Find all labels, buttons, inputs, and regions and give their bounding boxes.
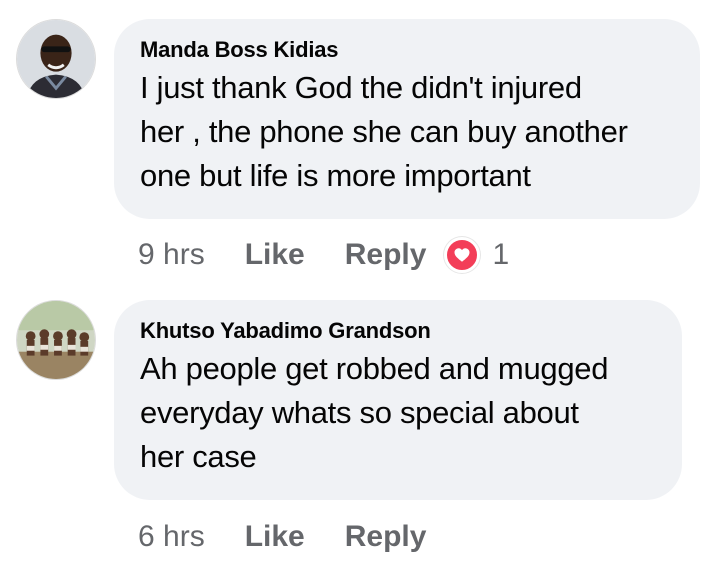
comment-author[interactable]: Manda Boss Kidias bbox=[140, 37, 674, 63]
comment-text-line: everyday whats so special about bbox=[140, 395, 579, 430]
comment-bubble: Khutso Yabadimo Grandson Ah people get r… bbox=[114, 300, 682, 500]
comment-text-line: her case bbox=[140, 439, 257, 474]
avatar[interactable] bbox=[16, 19, 96, 99]
comment-text: Ah people get robbed and mugged everyday… bbox=[140, 347, 656, 479]
avatar[interactable] bbox=[16, 300, 96, 380]
comment-text: I just thank God the didn't injured her … bbox=[140, 66, 674, 198]
comment-text-line: Ah people get robbed and mugged bbox=[140, 351, 609, 386]
reaction-summary[interactable]: 1 bbox=[444, 237, 509, 273]
comment-actions: 9 hrs Like Reply 1 bbox=[138, 235, 509, 275]
comment-actions: 6 hrs Like Reply bbox=[138, 517, 444, 557]
like-button[interactable]: Like bbox=[245, 238, 305, 272]
reaction-count: 1 bbox=[492, 238, 510, 271]
comment-text-line: I just thank God the didn't injured bbox=[140, 70, 582, 105]
comment-text-line: her , the phone she can buy another bbox=[140, 114, 628, 149]
heart-icon bbox=[444, 237, 481, 273]
comment-author[interactable]: Khutso Yabadimo Grandson bbox=[140, 318, 656, 344]
reply-button[interactable]: Reply bbox=[345, 238, 427, 272]
avatar-image bbox=[17, 301, 95, 379]
comment-timestamp[interactable]: 9 hrs bbox=[138, 238, 205, 272]
like-button[interactable]: Like bbox=[245, 520, 305, 554]
comment-text-line: one but life is more important bbox=[140, 158, 531, 193]
avatar-image bbox=[17, 20, 95, 98]
comment-bubble: Manda Boss Kidias I just thank God the d… bbox=[114, 19, 700, 219]
comment-timestamp[interactable]: 6 hrs bbox=[138, 520, 205, 554]
reply-button[interactable]: Reply bbox=[345, 520, 427, 554]
